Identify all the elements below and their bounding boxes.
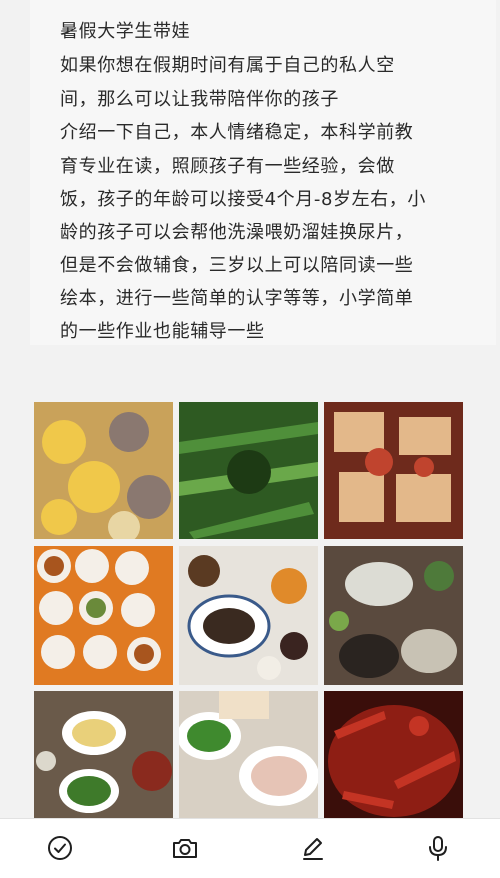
note-line: 育专业在读，照顾孩子有一些经验，会做	[60, 156, 395, 177]
bottom-toolbar	[0, 818, 500, 878]
food-photo-image	[324, 691, 463, 818]
food-photo-image	[324, 402, 463, 539]
food-photo[interactable]	[324, 546, 463, 685]
food-photo-image	[34, 546, 173, 685]
pencil-icon	[303, 838, 323, 860]
food-photo-image	[179, 691, 318, 818]
food-photo[interactable]	[324, 691, 463, 818]
food-photo[interactable]	[179, 402, 318, 539]
microphone-icon	[429, 836, 447, 861]
note-line: 绘本，进行一些简单的认字等等，小学简单	[60, 288, 414, 309]
note-title: 暑假大学生带娃	[60, 21, 191, 42]
food-photo-image	[34, 691, 173, 818]
food-photo[interactable]	[179, 546, 318, 685]
food-photo[interactable]	[324, 402, 463, 539]
food-photo-image	[34, 402, 173, 539]
food-photo[interactable]	[34, 402, 173, 539]
food-photo-image	[179, 546, 318, 685]
check-circle-button[interactable]	[45, 833, 75, 863]
note-line: 间，那么可以让我带陪伴你的孩子	[60, 89, 339, 110]
note-line: 介绍一下自己，本人情绪稳定，本科学前教	[60, 122, 414, 143]
food-photo-image	[179, 402, 318, 539]
food-photo[interactable]	[34, 691, 173, 818]
note-line: 龄的孩子可以会帮他洗澡喂奶溜娃换尿片，	[60, 222, 414, 243]
note-line: 但是不会做辅食，三岁以上可以陪同读一些	[60, 255, 414, 276]
note-line: 饭，孩子的年龄可以接受4个月-8岁左右，小	[60, 189, 426, 210]
food-photo[interactable]	[179, 691, 318, 818]
camera-icon	[173, 839, 197, 858]
camera-button[interactable]	[170, 833, 200, 863]
check-circle-icon	[48, 836, 72, 860]
microphone-button[interactable]	[423, 833, 453, 863]
pencil-button[interactable]	[298, 833, 328, 863]
note-line: 如果你想在假期时间有属于自己的私人空	[60, 55, 395, 76]
note-line: 的一些作业也能辅导一些	[60, 321, 265, 342]
food-photo[interactable]	[34, 546, 173, 685]
food-photo-image	[324, 546, 463, 685]
